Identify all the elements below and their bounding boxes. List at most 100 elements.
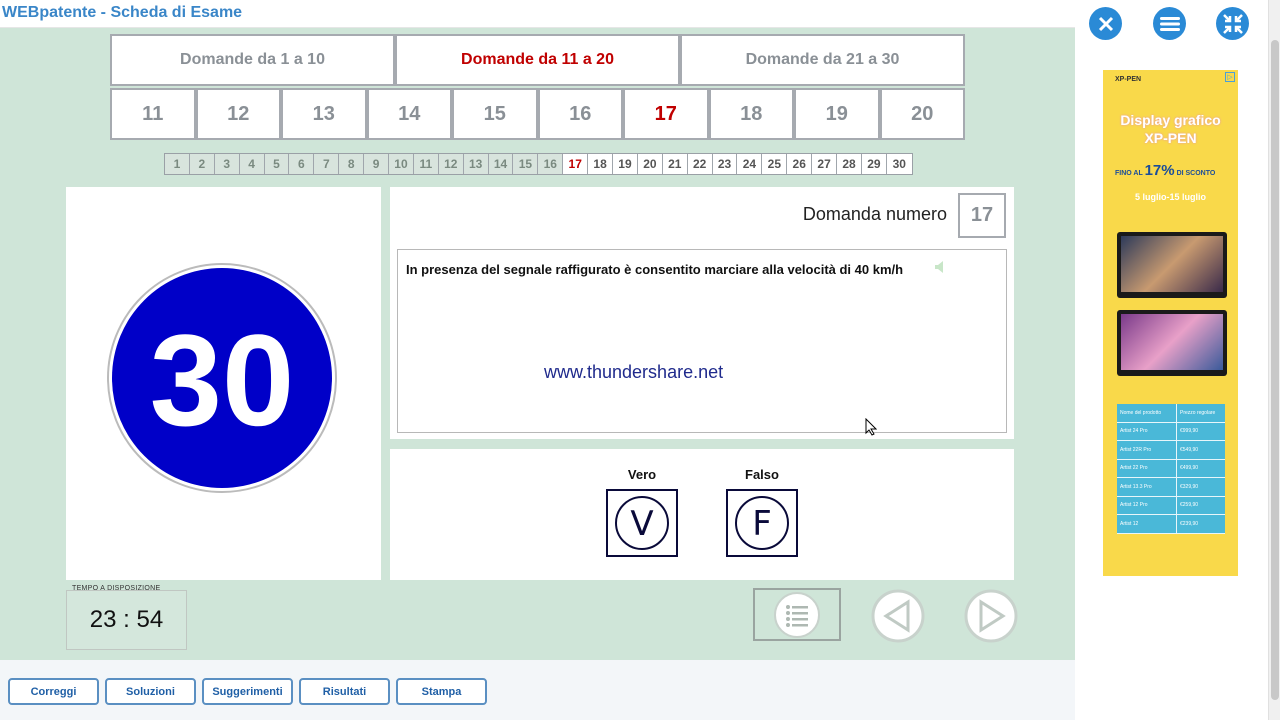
soluzioni-button[interactable]: Soluzioni [105, 678, 196, 705]
index-item-3[interactable]: 3 [214, 154, 240, 174]
question-button-12[interactable]: 12 [195, 88, 281, 140]
question-panel: Domanda numero 17 In presenza del segnal… [390, 187, 1014, 439]
suggerimenti-button[interactable]: Suggerimenti [202, 678, 293, 705]
index-item-21[interactable]: 21 [662, 154, 688, 174]
question-button-14[interactable]: 14 [366, 88, 452, 140]
question-button-11[interactable]: 11 [110, 88, 196, 140]
index-item-29[interactable]: 29 [861, 154, 887, 174]
question-button-20[interactable]: 20 [879, 88, 965, 140]
ad-tablet-image [1117, 232, 1227, 298]
collapse-icon [1222, 13, 1243, 34]
sign-image-panel: 30 [66, 187, 381, 580]
index-item-13[interactable]: 13 [463, 154, 489, 174]
index-item-19[interactable]: 19 [613, 154, 638, 174]
tab-range-1-10[interactable]: Domande da 1 a 10 [110, 34, 395, 86]
index-item-15[interactable]: 15 [513, 154, 539, 174]
page-scrollbar[interactable] [1268, 0, 1280, 720]
answer-false-label: Falso [745, 467, 779, 482]
answer-panel: Vero V Falso F [390, 449, 1014, 580]
answer-true: Vero V [606, 467, 678, 557]
question-button-15[interactable]: 15 [452, 88, 538, 140]
exam-main-area: Domande da 1 a 10 Domande da 11 a 20 Dom… [0, 28, 1075, 660]
ad-headline-brand: XP-PEN [1144, 130, 1197, 146]
correggi-button[interactable]: Correggi [8, 678, 99, 705]
bottom-toolbar: Correggi Soluzioni Suggerimenti Risultat… [0, 660, 1075, 720]
index-item-30[interactable]: 30 [886, 154, 912, 174]
index-item-18[interactable]: 18 [588, 154, 614, 174]
question-button-16[interactable]: 16 [537, 88, 623, 140]
close-icon [1098, 16, 1113, 31]
question-button-17[interactable]: 17 [623, 88, 709, 140]
previous-button[interactable] [870, 588, 926, 648]
answer-false: Falso F [726, 467, 798, 557]
range-tabs: Domande da 1 a 10 Domande da 11 a 20 Dom… [110, 34, 965, 86]
advertisement-banner[interactable]: XP-PEN ▷ Display grafico XP-PEN FINO AL … [1103, 70, 1238, 576]
index-item-8[interactable]: 8 [339, 154, 365, 174]
index-item-17[interactable]: 17 [563, 154, 589, 174]
title-bar: WEBpatente - Scheda di Esame [0, 0, 1075, 28]
app-title: WEBpatente - Scheda di Esame [2, 4, 243, 21]
question-number-label: Domanda numero [802, 204, 947, 224]
timer-display: 23 : 54 [66, 590, 187, 650]
ad-brand-logo: XP-PEN [1115, 76, 1142, 83]
answer-true-button[interactable]: V [606, 489, 678, 557]
menu-button[interactable] [1153, 7, 1186, 40]
index-item-24[interactable]: 24 [737, 154, 763, 174]
next-button[interactable] [963, 588, 1019, 648]
index-item-26[interactable]: 26 [787, 154, 813, 174]
question-button-18[interactable]: 18 [708, 88, 794, 140]
answer-true-label: Vero [627, 467, 657, 482]
ad-headline: Display grafico [1120, 112, 1221, 128]
answer-false-button[interactable]: F [726, 489, 798, 557]
right-sidebar: XP-PEN ▷ Display grafico XP-PEN FINO AL … [1075, 0, 1268, 720]
index-item-25[interactable]: 25 [762, 154, 788, 174]
index-item-9[interactable]: 9 [364, 154, 390, 174]
index-item-6[interactable]: 6 [289, 154, 315, 174]
stampa-button[interactable]: Stampa [396, 678, 487, 705]
speaker-icon[interactable] [935, 261, 945, 273]
index-item-1[interactable]: 1 [165, 154, 190, 174]
ad-tablet-image [1117, 310, 1227, 376]
index-item-20[interactable]: 20 [637, 154, 663, 174]
index-item-10[interactable]: 10 [389, 154, 414, 174]
question-number-buttons: 11 12 13 14 15 16 17 18 19 20 [110, 88, 965, 140]
list-icon [774, 591, 820, 638]
tab-range-11-20[interactable]: Domande da 11 a 20 [395, 34, 680, 86]
question-number-box: 17 [958, 193, 1006, 238]
minimum-speed-sign: 30 [107, 263, 337, 493]
arrow-right-icon [964, 589, 1018, 643]
f-circle-icon: F [735, 496, 789, 550]
mouse-cursor-icon [865, 418, 877, 436]
index-item-2[interactable]: 2 [189, 154, 215, 174]
index-item-7[interactable]: 7 [314, 154, 340, 174]
index-item-5[interactable]: 5 [264, 154, 290, 174]
ad-promo: FINO AL 17% DI SCONTO [1115, 162, 1216, 179]
question-index-strip: 1 2 3 4 5 6 7 8 9 10 11 12 13 14 15 16 1… [164, 153, 913, 175]
svg-text:V: V [630, 504, 653, 544]
v-circle-icon: V [615, 496, 669, 550]
index-item-23[interactable]: 23 [712, 154, 738, 174]
question-button-13[interactable]: 13 [281, 88, 367, 140]
index-item-22[interactable]: 22 [687, 154, 713, 174]
arrow-left-icon [871, 589, 925, 643]
question-text: In presenza del segnale raffigurato è co… [406, 262, 904, 277]
tab-range-21-30[interactable]: Domande da 21 a 30 [680, 34, 965, 86]
ad-choices-icon[interactable]: ▷ [1225, 72, 1235, 82]
index-item-28[interactable]: 28 [837, 154, 862, 174]
fullscreen-exit-button[interactable] [1216, 7, 1249, 40]
ad-price-table: Nome del prodotto Prezzo regolare Artist … [1117, 404, 1225, 534]
close-button[interactable] [1089, 7, 1122, 40]
watermark-text: www.thundershare.net [544, 362, 724, 382]
index-item-14[interactable]: 14 [488, 154, 514, 174]
index-item-12[interactable]: 12 [438, 154, 464, 174]
index-item-11[interactable]: 11 [413, 154, 439, 174]
index-item-16[interactable]: 16 [538, 154, 564, 174]
question-button-19[interactable]: 19 [794, 88, 880, 140]
question-text-box: In presenza del segnale raffigurato è co… [397, 249, 1007, 433]
scrollbar-thumb[interactable] [1271, 40, 1279, 700]
risultati-button[interactable]: Risultati [299, 678, 390, 705]
index-item-27[interactable]: 27 [812, 154, 838, 174]
index-item-4[interactable]: 4 [239, 154, 265, 174]
ad-dates: 5 luglio-15 luglio [1134, 192, 1206, 202]
question-list-button[interactable] [753, 588, 841, 641]
